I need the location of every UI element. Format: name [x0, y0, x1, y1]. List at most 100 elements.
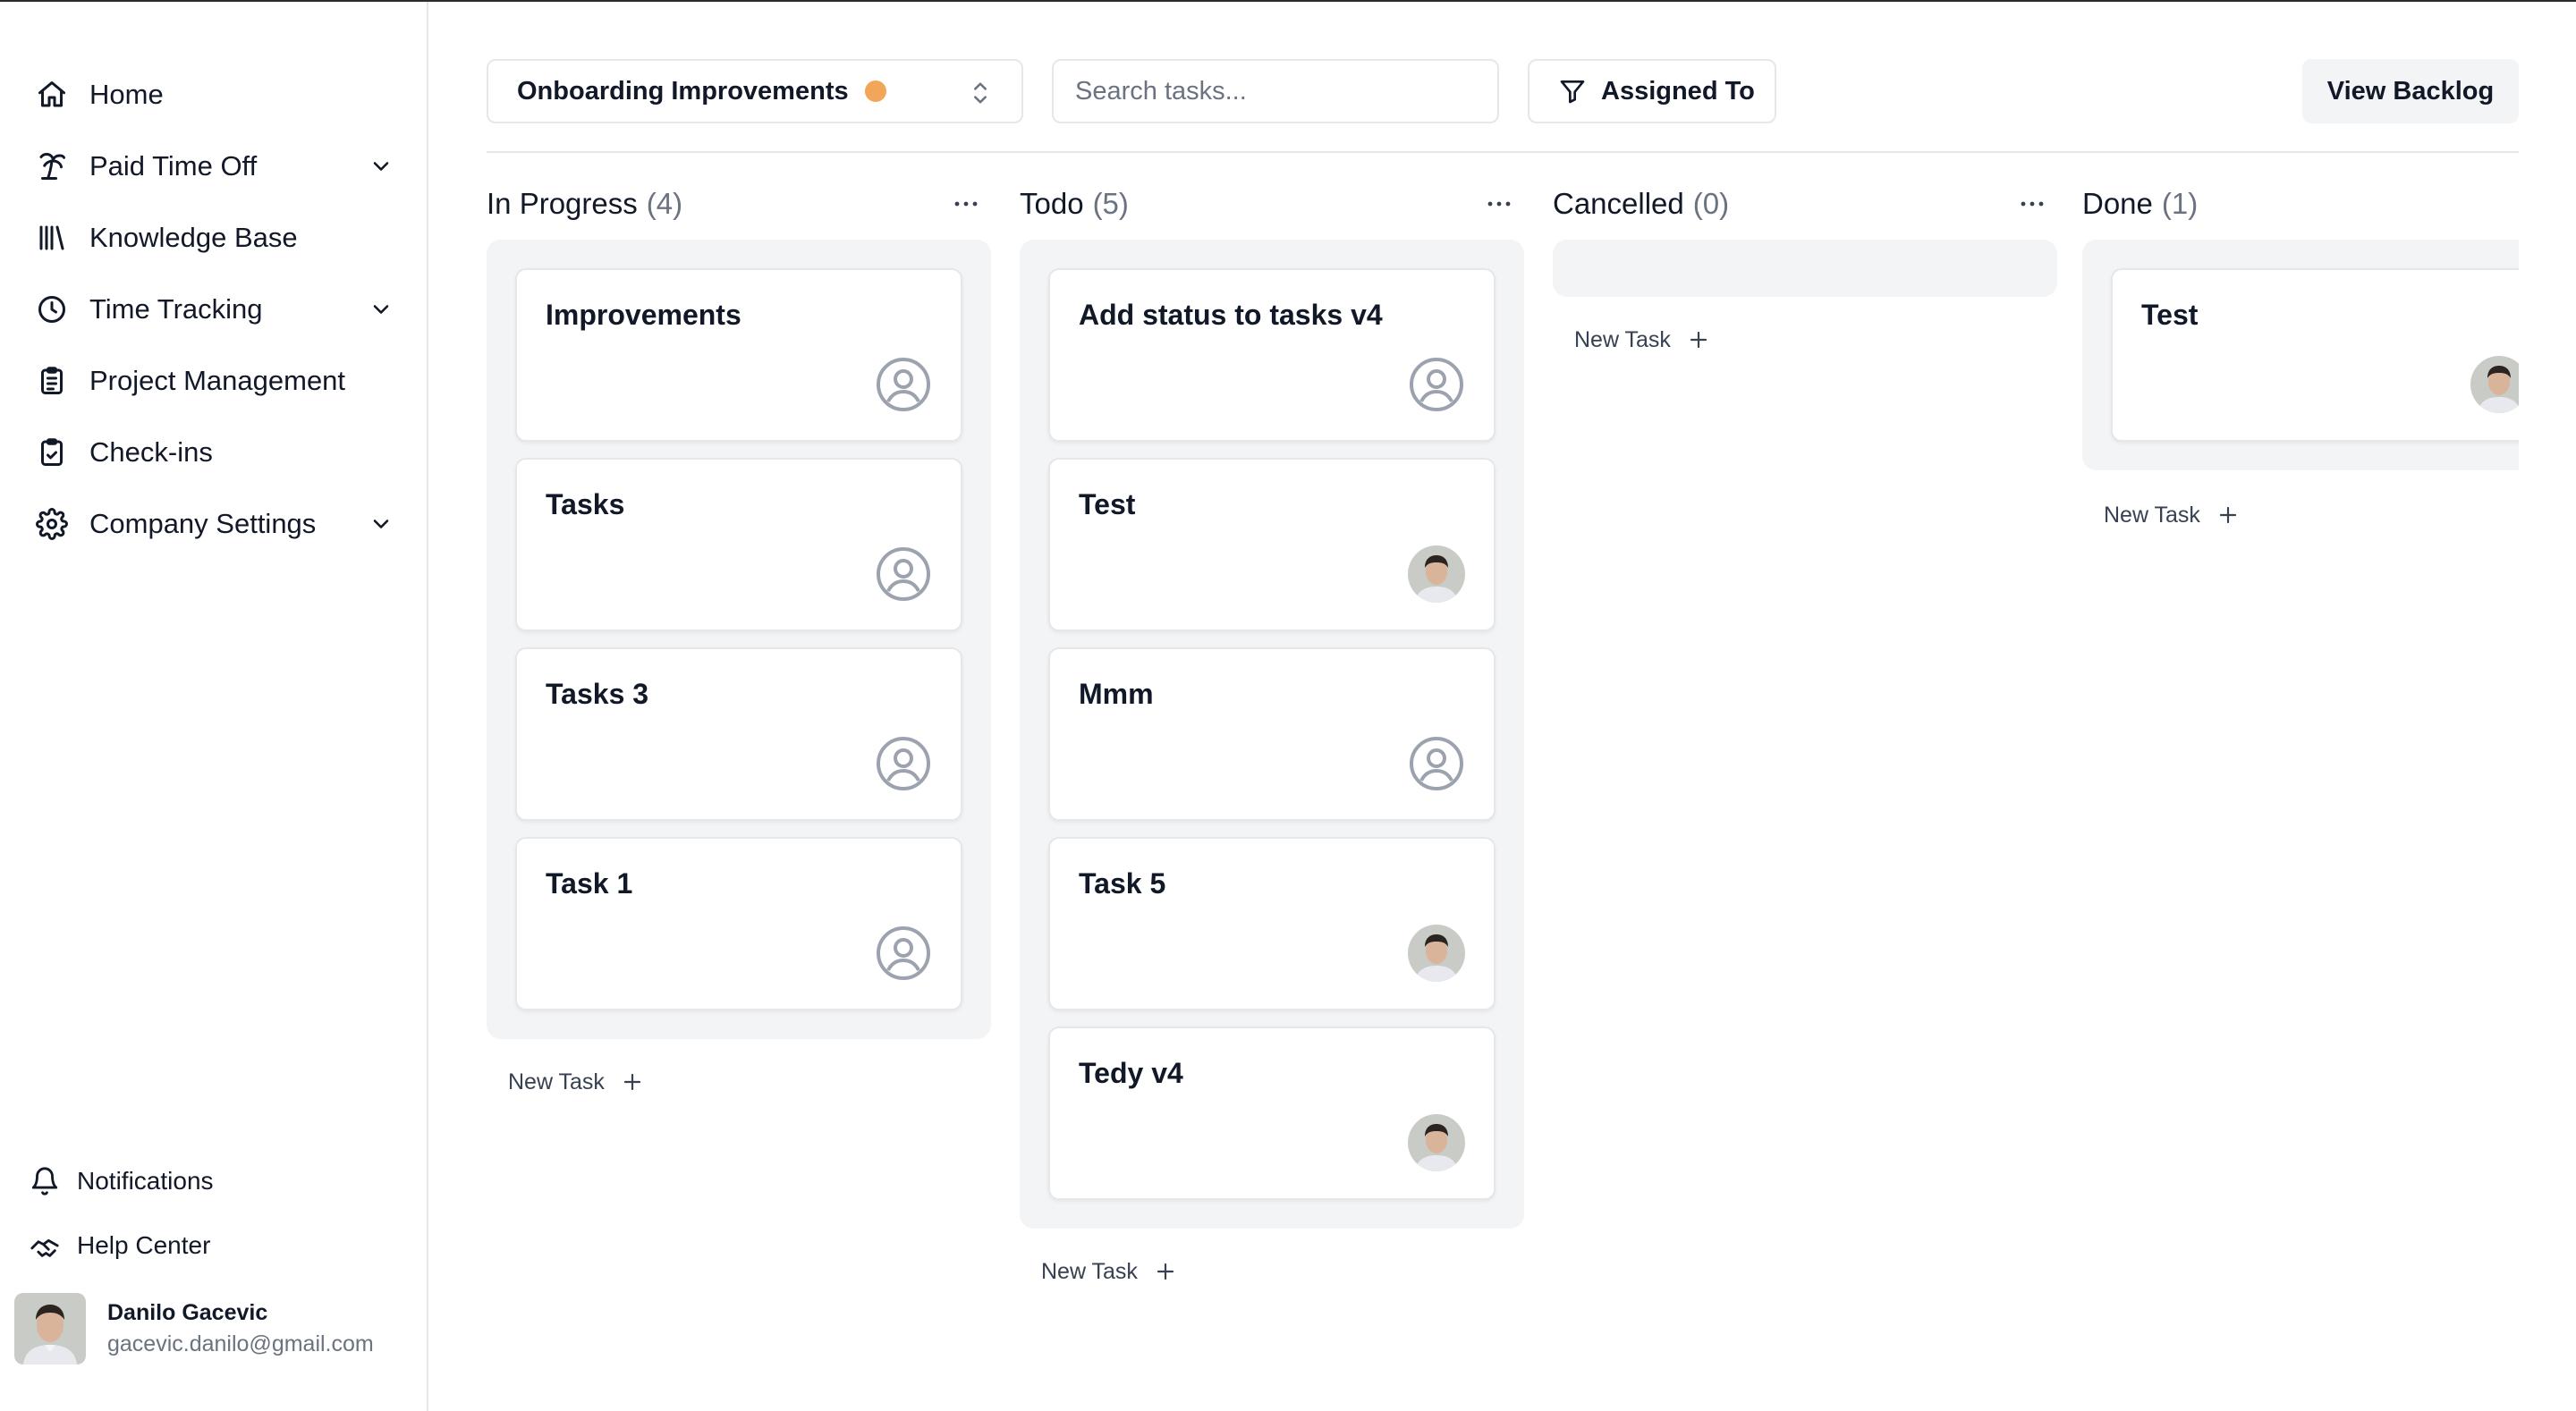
plus-icon — [2218, 505, 2238, 525]
project-select[interactable]: Onboarding Improvements — [487, 59, 1023, 123]
chevron-down-icon[interactable] — [369, 511, 394, 537]
column-header: In Progress (4) — [487, 179, 991, 229]
handshake-icon — [29, 1229, 61, 1262]
filter-icon — [1560, 80, 1585, 104]
task-card[interactable]: Test — [1048, 458, 1496, 631]
new-task-button[interactable]: New Task — [508, 1064, 642, 1100]
column-title: Done — [2082, 187, 2153, 220]
column-count: (1) — [2161, 187, 2199, 220]
user-name: Danilo Gacevic — [107, 1300, 268, 1325]
sidebar-item-label: Paid Time Off — [89, 150, 258, 182]
new-task-button[interactable]: New Task — [1574, 322, 1708, 358]
new-task-button[interactable]: New Task — [1041, 1254, 1175, 1289]
column-task-list — [1553, 240, 2057, 297]
unassigned-user-icon[interactable] — [1408, 735, 1465, 792]
plus-icon — [1689, 330, 1708, 350]
gear-icon — [34, 506, 70, 542]
more-horizontal-icon[interactable] — [1483, 188, 1515, 220]
task-card[interactable]: Task 1 — [515, 837, 962, 1010]
kanban-board: In Progress (4) Improvements Tasks Tasks… — [487, 179, 2519, 1411]
column-title: In Progress — [487, 187, 638, 220]
sidebar-item-paid-time-off[interactable]: Paid Time Off — [34, 141, 401, 191]
palm-tree-icon — [34, 148, 70, 184]
task-title: Tedy v4 — [1079, 1057, 1183, 1089]
sidebar-item-notifications[interactable]: Notifications — [29, 1159, 214, 1204]
plus-icon — [623, 1072, 642, 1092]
sidebar-item-project-management[interactable]: Project Management — [34, 356, 401, 406]
sidebar-item-label: Project Management — [89, 365, 346, 396]
chevron-down-icon[interactable] — [369, 297, 394, 322]
avatar — [14, 1293, 86, 1365]
sidebar-item-home[interactable]: Home — [34, 70, 401, 120]
sidebar-item-label: Knowledge Base — [89, 222, 298, 253]
unassigned-user-icon[interactable] — [875, 925, 932, 982]
task-title: Task 5 — [1079, 867, 1166, 900]
task-card[interactable]: Tasks — [515, 458, 962, 631]
task-title: Add status to tasks v4 — [1079, 299, 1383, 331]
assigned-to-label: Assigned To — [1601, 76, 1755, 106]
avatar[interactable] — [1408, 925, 1465, 982]
column-header: Todo (5) — [1020, 179, 1524, 229]
unassigned-user-icon[interactable] — [875, 356, 932, 413]
sidebar: Home Paid Time Off Knowledge Base Time T… — [0, 2, 428, 1411]
task-card[interactable]: Test — [2111, 268, 2519, 442]
new-task-button[interactable]: New Task — [2104, 497, 2238, 533]
sidebar-item-label: Time Tracking — [89, 293, 263, 325]
avatar[interactable] — [1408, 545, 1465, 603]
chevrons-up-down-icon — [968, 79, 993, 107]
new-task-label: New Task — [1574, 326, 1671, 352]
task-card[interactable]: Improvements — [515, 268, 962, 442]
column-task-list: Improvements Tasks Tasks 3 Task 1 — [487, 240, 991, 1039]
bell-icon — [29, 1165, 61, 1197]
column-task-list: Add status to tasks v4 Test Mmm Task 5 T… — [1020, 240, 1524, 1229]
avatar[interactable] — [1408, 1114, 1465, 1171]
sidebar-item-label: Help Center — [77, 1231, 211, 1259]
column-header: Done (1) — [2082, 179, 2519, 229]
more-horizontal-icon[interactable] — [950, 188, 982, 220]
sidebar-item-company-settings[interactable]: Company Settings — [34, 499, 401, 549]
column-title: Todo — [1020, 187, 1084, 220]
assigned-to-filter-button[interactable]: Assigned To — [1528, 59, 1776, 123]
column-count: (4) — [646, 187, 683, 220]
search-input[interactable] — [1052, 59, 1499, 123]
column-count: (0) — [1692, 187, 1730, 220]
view-backlog-button[interactable]: View Backlog — [2302, 59, 2519, 123]
task-card[interactable]: Tasks 3 — [515, 647, 962, 821]
task-card[interactable]: Mmm — [1048, 647, 1496, 821]
new-task-label: New Task — [508, 1069, 605, 1094]
library-icon — [34, 220, 70, 256]
plus-icon — [1156, 1262, 1175, 1281]
task-title: Task 1 — [546, 867, 633, 900]
task-title: Mmm — [1079, 678, 1154, 710]
project-name: Onboarding Improvements — [517, 76, 849, 106]
sidebar-item-label: Notifications — [77, 1167, 214, 1195]
task-card[interactable]: Add status to tasks v4 — [1048, 268, 1496, 442]
sidebar-item-knowledge-base[interactable]: Knowledge Base — [34, 213, 401, 263]
column-task-list: Test — [2082, 240, 2519, 470]
column-header: Cancelled (0) — [1553, 179, 2057, 229]
task-card[interactable]: Task 5 — [1048, 837, 1496, 1010]
main-content: Onboarding Improvements Assigned To View… — [487, 0, 2519, 1411]
task-title: Test — [2141, 299, 2199, 331]
clipboard-check-icon — [34, 435, 70, 470]
clock-icon — [34, 291, 70, 327]
sidebar-item-time-tracking[interactable]: Time Tracking — [34, 284, 401, 334]
chevron-down-icon[interactable] — [369, 154, 394, 179]
view-backlog-label: View Backlog — [2326, 76, 2495, 106]
user-profile[interactable]: Danilo Gacevic gacevic.danilo@gmail.com — [14, 1293, 374, 1365]
unassigned-user-icon[interactable] — [875, 735, 932, 792]
toolbar-divider — [487, 151, 2519, 153]
task-title: Tasks — [546, 488, 625, 520]
unassigned-user-icon[interactable] — [875, 545, 932, 603]
task-title: Test — [1079, 488, 1136, 520]
sidebar-item-label: Company Settings — [89, 508, 317, 539]
column-title: Cancelled — [1553, 187, 1684, 220]
column-count: (5) — [1092, 187, 1129, 220]
sidebar-item-help-center[interactable]: Help Center — [29, 1223, 210, 1268]
sidebar-item-check-ins[interactable]: Check-ins — [34, 427, 401, 477]
home-icon — [34, 77, 70, 113]
more-horizontal-icon[interactable] — [2016, 188, 2048, 220]
task-card[interactable]: Tedy v4 — [1048, 1027, 1496, 1200]
unassigned-user-icon[interactable] — [1408, 356, 1465, 413]
avatar[interactable] — [2470, 356, 2519, 413]
